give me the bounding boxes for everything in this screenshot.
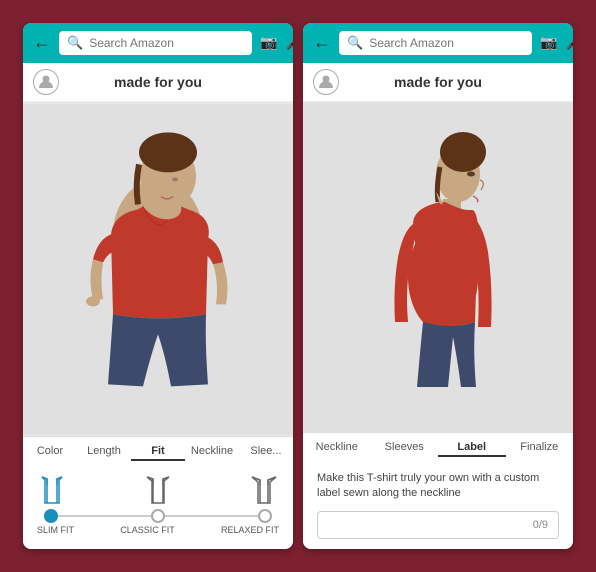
label-content: Make this T-shirt truly your own with a … xyxy=(303,461,573,550)
left-search-input[interactable] xyxy=(89,36,244,50)
left-tabs-bar: Color Length Fit Neckline Slee... xyxy=(23,436,293,465)
left-search-wrap[interactable]: 🔍 xyxy=(59,31,252,55)
left-search-bar: ← 🔍 📷 🎤 xyxy=(23,23,293,63)
right-avatar-view xyxy=(303,102,573,432)
right-search-icon: 🔍 xyxy=(347,35,363,51)
left-search-right-icons: 📷 🎤 xyxy=(260,34,293,51)
slim-fit-icon[interactable] xyxy=(37,475,67,505)
tab-neckline[interactable]: Neckline xyxy=(185,443,239,461)
left-avatar-view xyxy=(23,102,293,437)
relaxed-fit-icon[interactable] xyxy=(249,475,279,505)
relaxed-fit-label: RELAXED FIT xyxy=(221,525,279,535)
right-camera-icon[interactable]: 📷 xyxy=(540,34,557,51)
left-back-button[interactable]: ← xyxy=(33,32,51,53)
left-mic-icon[interactable]: 🎤 xyxy=(286,34,293,51)
fit-slider[interactable] xyxy=(44,509,272,523)
label-input-wrapper[interactable]: 0/9 xyxy=(317,511,559,539)
tab-length[interactable]: Length xyxy=(77,443,131,461)
classic-fit-dot[interactable] xyxy=(151,509,165,523)
fit-labels: SLIM FIT CLASSIC FIT RELAXED FIT xyxy=(37,525,279,535)
right-mic-icon[interactable]: 🎤 xyxy=(566,34,573,51)
classic-fit-label: CLASSIC FIT xyxy=(120,525,175,535)
right-user-avatar[interactable] xyxy=(313,69,339,95)
right-header-title: made for you xyxy=(347,74,529,90)
slim-fit-dot[interactable] xyxy=(44,509,58,523)
right-search-bar: ← 🔍 📷 🎤 xyxy=(303,23,573,63)
classic-fit-icon[interactable] xyxy=(143,475,173,505)
tab-label-right[interactable]: Label xyxy=(438,439,506,457)
left-camera-icon[interactable]: 📷 xyxy=(260,34,277,51)
right-search-input[interactable] xyxy=(369,36,524,50)
slim-fit-label: SLIM FIT xyxy=(37,525,74,535)
label-char-counter: 0/9 xyxy=(533,519,548,531)
tab-sleeves-right[interactable]: Sleeves xyxy=(371,439,439,457)
right-panel: ← 🔍 📷 🎤 made for you xyxy=(303,23,573,550)
tab-fit[interactable]: Fit xyxy=(131,443,185,461)
relaxed-fit-dot[interactable] xyxy=(258,509,272,523)
left-header-title: made for you xyxy=(67,74,249,90)
fit-icons-row xyxy=(37,475,279,505)
right-header: made for you xyxy=(303,63,573,102)
tab-finalize-right[interactable]: Finalize xyxy=(506,439,574,457)
right-avatar-svg xyxy=(303,102,573,432)
left-user-avatar[interactable] xyxy=(33,69,59,95)
label-description: Make this T-shirt truly your own with a … xyxy=(317,471,559,502)
tab-color[interactable]: Color xyxy=(23,443,77,461)
right-back-button[interactable]: ← xyxy=(313,32,331,53)
tab-neckline-right[interactable]: Neckline xyxy=(303,439,371,457)
right-search-right-icons: 📷 🎤 xyxy=(540,34,573,51)
left-avatar-svg xyxy=(23,102,293,437)
right-search-wrap[interactable]: 🔍 xyxy=(339,31,532,55)
tab-sleeves[interactable]: Slee... xyxy=(239,443,293,461)
label-text-input[interactable] xyxy=(328,518,533,532)
left-search-icon: 🔍 xyxy=(67,35,83,51)
right-tabs-bar: Neckline Sleeves Label Finalize xyxy=(303,432,573,461)
fit-selector: SLIM FIT CLASSIC FIT RELAXED FIT xyxy=(23,465,293,549)
left-header: made for you xyxy=(23,63,293,102)
left-panel: ← 🔍 📷 🎤 made for you xyxy=(23,23,293,550)
